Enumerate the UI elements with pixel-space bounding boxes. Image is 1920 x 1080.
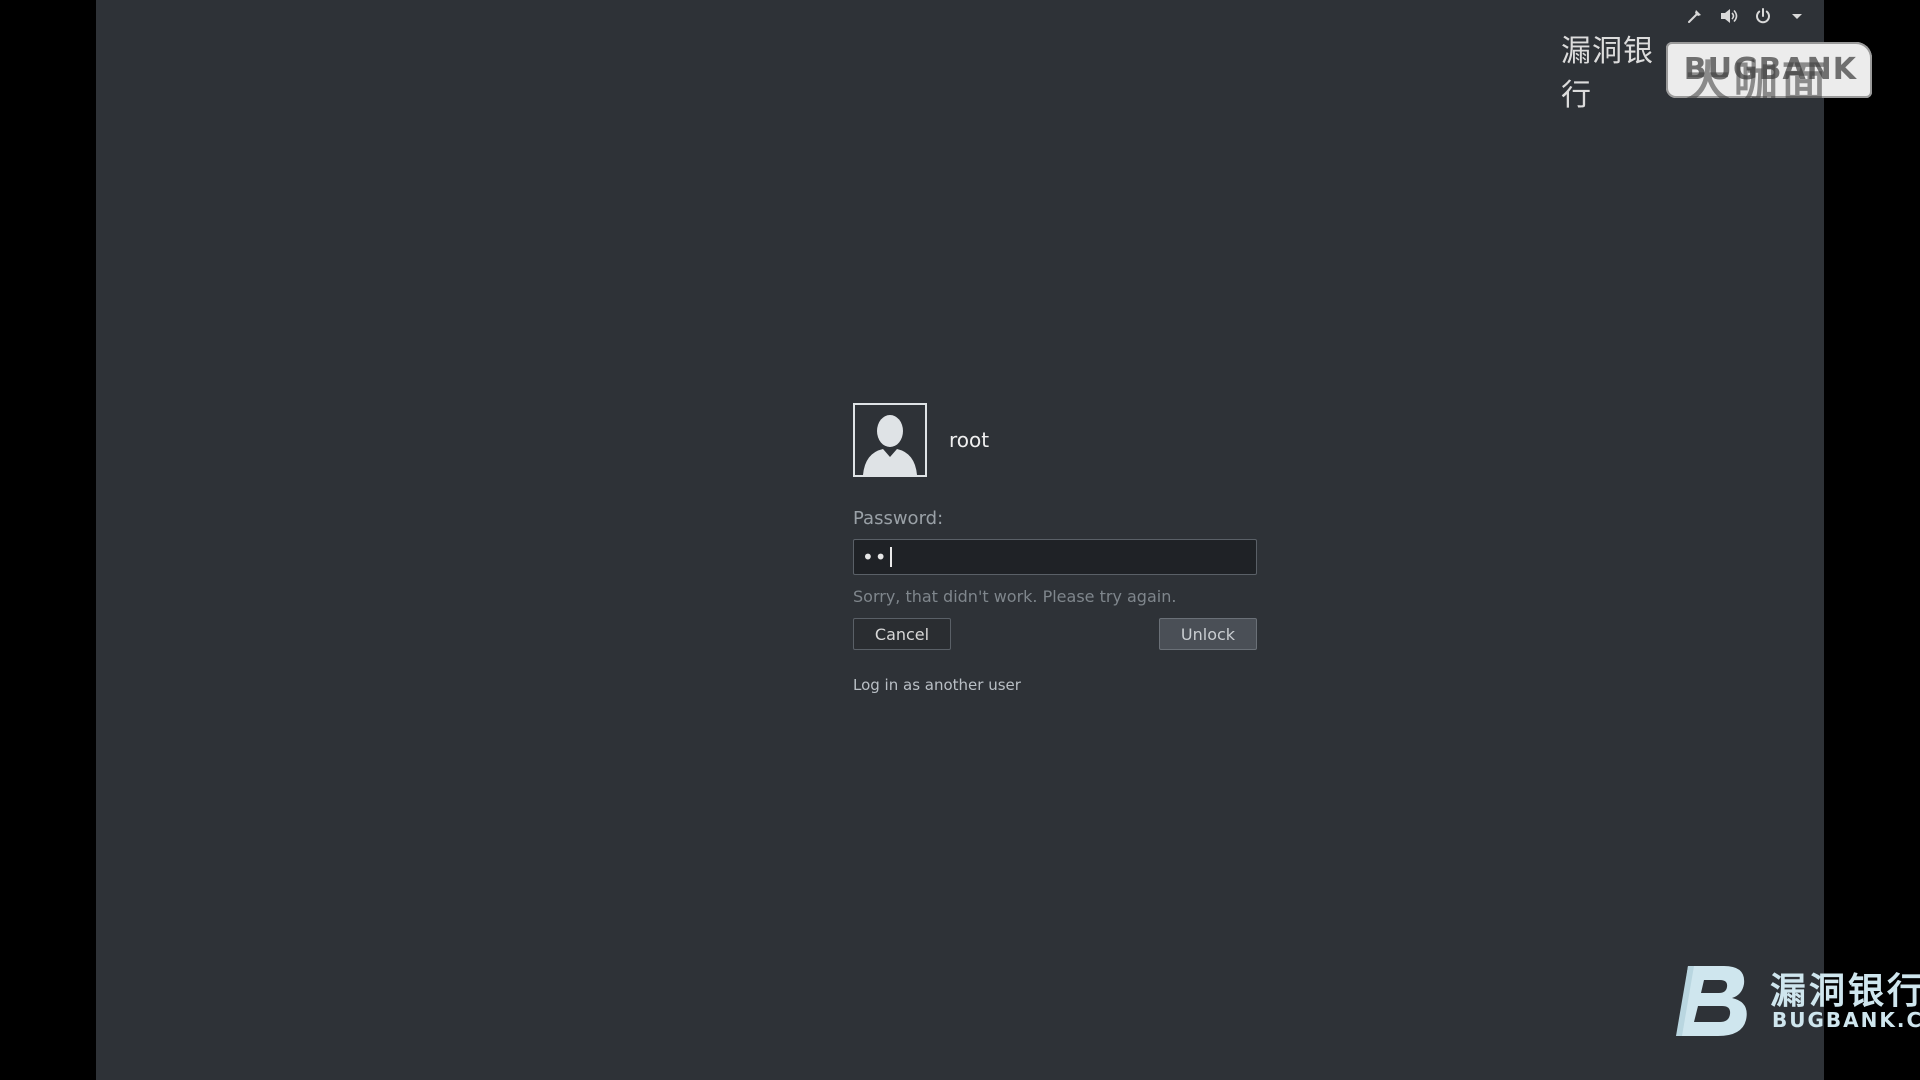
user-silhouette-icon [863,415,917,475]
username: root [949,428,990,452]
caret-down-icon[interactable] [1786,5,1808,27]
watermark-top-cn-text: 漏洞银行 [1561,34,1654,113]
unlock-dialog: root Password: •• Sorry, that didn't wor… [853,402,1257,694]
outer-frame: 漏洞银行 BUGBANK 大咖面对面 root Password: •• [0,0,1920,1080]
system-tray [1684,2,1808,30]
volume-icon[interactable] [1718,5,1740,27]
watermark-bottom-cn-text: 漏洞银行 [1770,971,1920,1012]
password-label: Password: [853,508,944,529]
watermark-top-badge: BUGBANK 大咖面对面 [1665,42,1872,98]
button-row: Cancel Unlock [853,618,1257,650]
avatar [853,403,927,477]
bottom-watermark: 漏洞银行 BUGBANK.CN [1674,958,1920,1038]
bugbank-logo-icon [1676,966,1747,1036]
text-caret [889,547,892,567]
tool-icon[interactable] [1684,5,1706,27]
error-message: Sorry, that didn't work. Please try agai… [853,587,1177,606]
password-field[interactable]: •• [853,539,1257,575]
lock-screen: 漏洞银行 BUGBANK 大咖面对面 root Password: •• [96,0,1920,1080]
log-in-as-another-user-link[interactable]: Log in as another user [853,676,1257,694]
user-row: root [853,402,1257,478]
password-value: •• [862,545,888,569]
unlock-button[interactable]: Unlock [1159,618,1257,650]
watermark-bottom-en-text: BUGBANK.CN [1772,1008,1920,1032]
top-watermark: 漏洞银行 BUGBANK 大咖面对面 [1561,34,1872,113]
cancel-button[interactable]: Cancel [853,618,951,650]
power-icon[interactable] [1752,5,1774,27]
watermark-top-overlay-text: 大咖面对面 [1685,57,1830,98]
